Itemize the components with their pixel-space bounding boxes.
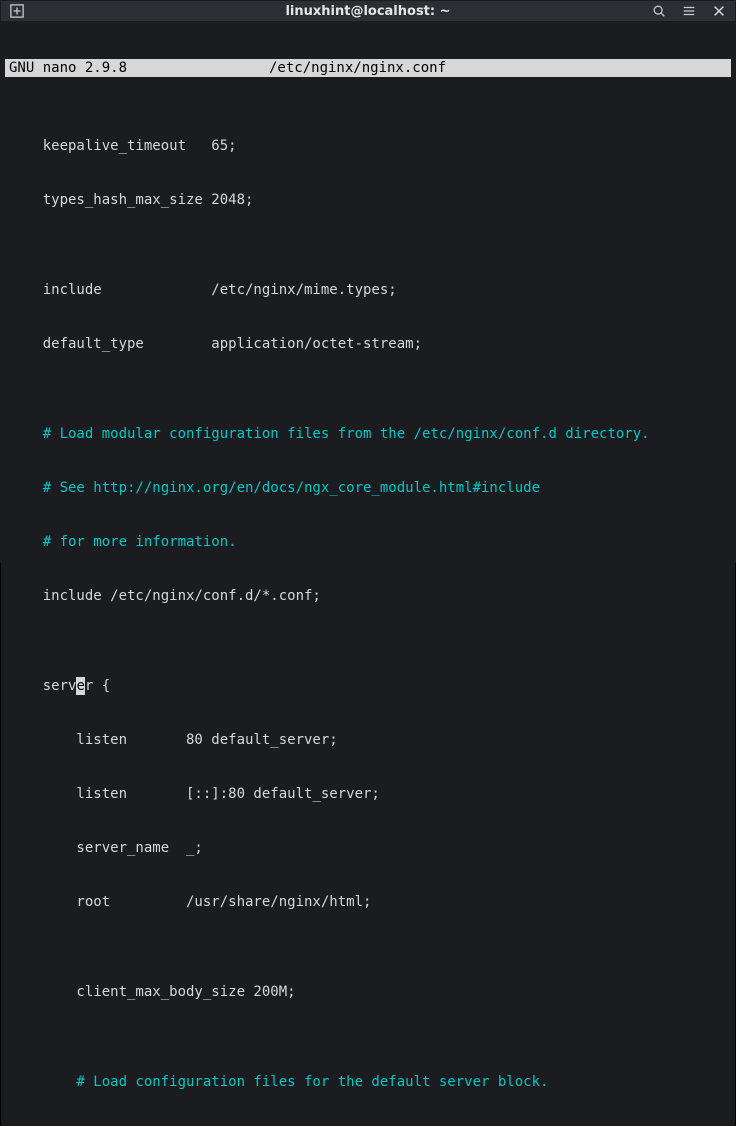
file-line: types_hash_max_size 2048; xyxy=(9,191,727,209)
nano-header: GNU nano 2.9.8 /etc/nginx/nginx.conf xyxy=(5,59,731,77)
file-line-cursor: server { xyxy=(9,677,727,695)
file-line-comment: # Load configuration files for the defau… xyxy=(9,1073,727,1091)
file-line: include /etc/nginx/conf.d/*.conf; xyxy=(9,587,727,605)
file-line: client_max_body_size 200M; xyxy=(9,983,727,1001)
file-line: root /usr/share/nginx/html; xyxy=(9,893,727,911)
file-line-comment: # Load modular configuration files from … xyxy=(9,425,727,443)
nano-version: GNU nano 2.9.8 xyxy=(9,59,269,77)
text-cursor: e xyxy=(76,677,84,695)
file-line: keepalive_timeout 65; xyxy=(9,137,727,155)
file-line: include /etc/nginx/mime.types; xyxy=(9,281,727,299)
file-line: server_name _; xyxy=(9,839,727,857)
file-line-comment: # See http://nginx.org/en/docs/ngx_core_… xyxy=(9,479,727,497)
window-title: linuxhint@localhost: ~ xyxy=(1,4,735,19)
file-line: listen [::]:80 default_server; xyxy=(9,785,727,803)
terminal-window: linuxhint@localhost: ~ GNU nano 2.9.8 /e… xyxy=(0,0,736,563)
terminal-area[interactable]: GNU nano 2.9.8 /etc/nginx/nginx.conf kee… xyxy=(1,21,735,1126)
file-line: listen 80 default_server; xyxy=(9,731,727,749)
file-line-comment: # for more information. xyxy=(9,533,727,551)
file-line: default_type application/octet-stream; xyxy=(9,335,727,353)
titlebar: linuxhint@localhost: ~ xyxy=(1,1,735,21)
nano-filepath: /etc/nginx/nginx.conf xyxy=(269,59,446,77)
